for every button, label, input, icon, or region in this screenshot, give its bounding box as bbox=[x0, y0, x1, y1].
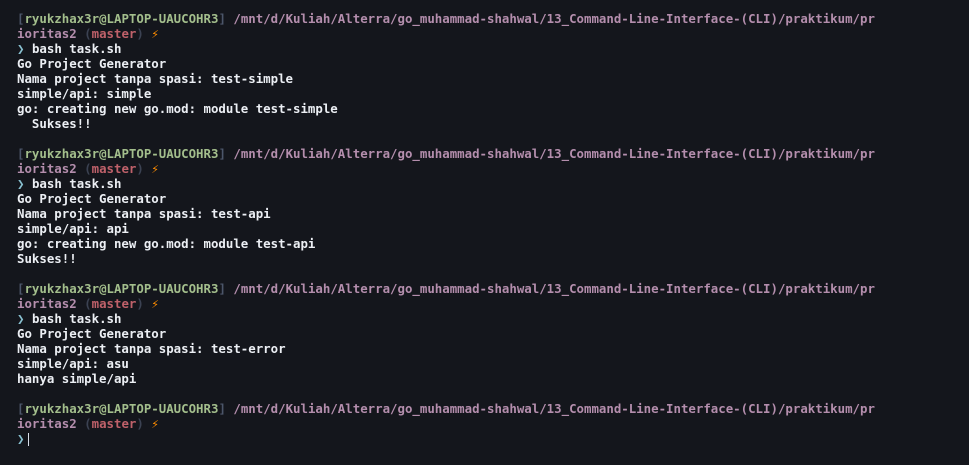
branch-paren-close: ) bbox=[136, 26, 144, 41]
output-line: Sukses!! bbox=[17, 251, 77, 266]
output-line: Go Project Generator bbox=[17, 326, 167, 341]
branch-paren-open: ( bbox=[84, 161, 92, 176]
prompt-path: /mnt/d/Kuliah/Alterra/go_muhammad-shahwa… bbox=[233, 11, 875, 26]
command-line: ❯ bash task.sh bbox=[17, 311, 962, 326]
command-input-line[interactable]: ❯ bbox=[17, 431, 962, 446]
output-line: go: creating new go.mod: module test-api bbox=[17, 236, 316, 251]
output-line: Go Project Generator bbox=[17, 56, 167, 71]
prompt-bracket-close: ] bbox=[218, 281, 226, 296]
prompt-path: /mnt/d/Kuliah/Alterra/go_muhammad-shahwa… bbox=[233, 401, 875, 416]
git-branch: master bbox=[91, 296, 137, 311]
output-line: Sukses!! bbox=[17, 116, 92, 131]
branch-paren-open: ( bbox=[84, 26, 92, 41]
prompt-line: [ryukzhax3r@LAPTOP-UAUCOHR3] /mnt/d/Kuli… bbox=[17, 401, 962, 416]
prompt-bracket-close: ] bbox=[218, 146, 226, 161]
command-text: bash task.sh bbox=[31, 41, 122, 56]
prompt-line-continued: ioritas2 (master) ⚡ bbox=[17, 416, 962, 431]
terminal-session: [ryukzhax3r@LAPTOP-UAUCOHR3] /mnt/d/Kuli… bbox=[17, 11, 962, 131]
output-line: Nama project tanpa spasi: test-simple bbox=[17, 71, 294, 86]
output-line: Go Project Generator bbox=[17, 191, 167, 206]
prompt-path-continued: ioritas2 bbox=[17, 26, 77, 41]
prompt-user-host: ryukzhax3r@LAPTOP-UAUCOHR3 bbox=[24, 146, 219, 161]
branch-paren-close: ) bbox=[136, 161, 144, 176]
prompt-bracket-close: ] bbox=[218, 401, 226, 416]
output-line: simple/api: api bbox=[17, 221, 129, 236]
bolt-icon: ⚡ bbox=[151, 416, 159, 431]
prompt-line-continued: ioritas2 (master) ⚡ bbox=[17, 161, 962, 176]
command-line: ❯ bash task.sh bbox=[17, 176, 962, 191]
output-line: Nama project tanpa spasi: test-api bbox=[17, 206, 271, 221]
bolt-icon: ⚡ bbox=[151, 161, 159, 176]
branch-paren-close: ) bbox=[136, 416, 144, 431]
output-line: simple/api: simple bbox=[17, 86, 152, 101]
prompt-line: [ryukzhax3r@LAPTOP-UAUCOHR3] /mnt/d/Kuli… bbox=[17, 146, 962, 161]
branch-paren-open: ( bbox=[84, 416, 92, 431]
terminal-session: [ryukzhax3r@LAPTOP-UAUCOHR3] /mnt/d/Kuli… bbox=[17, 281, 962, 386]
prompt-bracket-close: ] bbox=[218, 11, 226, 26]
terminal-session: [ryukzhax3r@LAPTOP-UAUCOHR3] /mnt/d/Kuli… bbox=[17, 146, 962, 266]
prompt-path-continued: ioritas2 bbox=[17, 416, 77, 431]
prompt-user-host: ryukzhax3r@LAPTOP-UAUCOHR3 bbox=[24, 281, 219, 296]
bolt-icon: ⚡ bbox=[151, 26, 159, 41]
git-branch: master bbox=[91, 26, 137, 41]
chevron-icon: ❯ bbox=[17, 311, 25, 326]
chevron-icon: ❯ bbox=[17, 431, 25, 446]
prompt-path-continued: ioritas2 bbox=[17, 161, 77, 176]
prompt-path: /mnt/d/Kuliah/Alterra/go_muhammad-shahwa… bbox=[233, 281, 875, 296]
prompt-line: [ryukzhax3r@LAPTOP-UAUCOHR3] /mnt/d/Kuli… bbox=[17, 281, 962, 296]
output-line: go: creating new go.mod: module test-sim… bbox=[17, 101, 338, 116]
branch-paren-close: ) bbox=[136, 296, 144, 311]
prompt-user-host: ryukzhax3r@LAPTOP-UAUCOHR3 bbox=[24, 11, 219, 26]
prompt-line-continued: ioritas2 (master) ⚡ bbox=[17, 296, 962, 311]
prompt-path-continued: ioritas2 bbox=[17, 296, 77, 311]
terminal-window[interactable]: [ryukzhax3r@LAPTOP-UAUCOHR3] /mnt/d/Kuli… bbox=[17, 11, 962, 446]
text-cursor bbox=[28, 433, 30, 446]
command-text: bash task.sh bbox=[31, 176, 122, 191]
chevron-icon: ❯ bbox=[17, 176, 25, 191]
branch-paren-open: ( bbox=[84, 296, 92, 311]
prompt-user-host: ryukzhax3r@LAPTOP-UAUCOHR3 bbox=[24, 401, 219, 416]
prompt-line: [ryukzhax3r@LAPTOP-UAUCOHR3] /mnt/d/Kuli… bbox=[17, 11, 962, 26]
git-branch: master bbox=[91, 161, 137, 176]
output-line: Nama project tanpa spasi: test-error bbox=[17, 341, 286, 356]
chevron-icon: ❯ bbox=[17, 41, 25, 56]
current-prompt[interactable]: [ryukzhax3r@LAPTOP-UAUCOHR3] /mnt/d/Kuli… bbox=[17, 401, 962, 446]
output-line: simple/api: asu bbox=[17, 356, 129, 371]
command-line: ❯ bash task.sh bbox=[17, 41, 962, 56]
prompt-path: /mnt/d/Kuliah/Alterra/go_muhammad-shahwa… bbox=[233, 146, 875, 161]
output-line: hanya simple/api bbox=[17, 371, 137, 386]
bolt-icon: ⚡ bbox=[151, 296, 159, 311]
command-text: bash task.sh bbox=[31, 311, 122, 326]
git-branch: master bbox=[91, 416, 137, 431]
prompt-line-continued: ioritas2 (master) ⚡ bbox=[17, 26, 962, 41]
